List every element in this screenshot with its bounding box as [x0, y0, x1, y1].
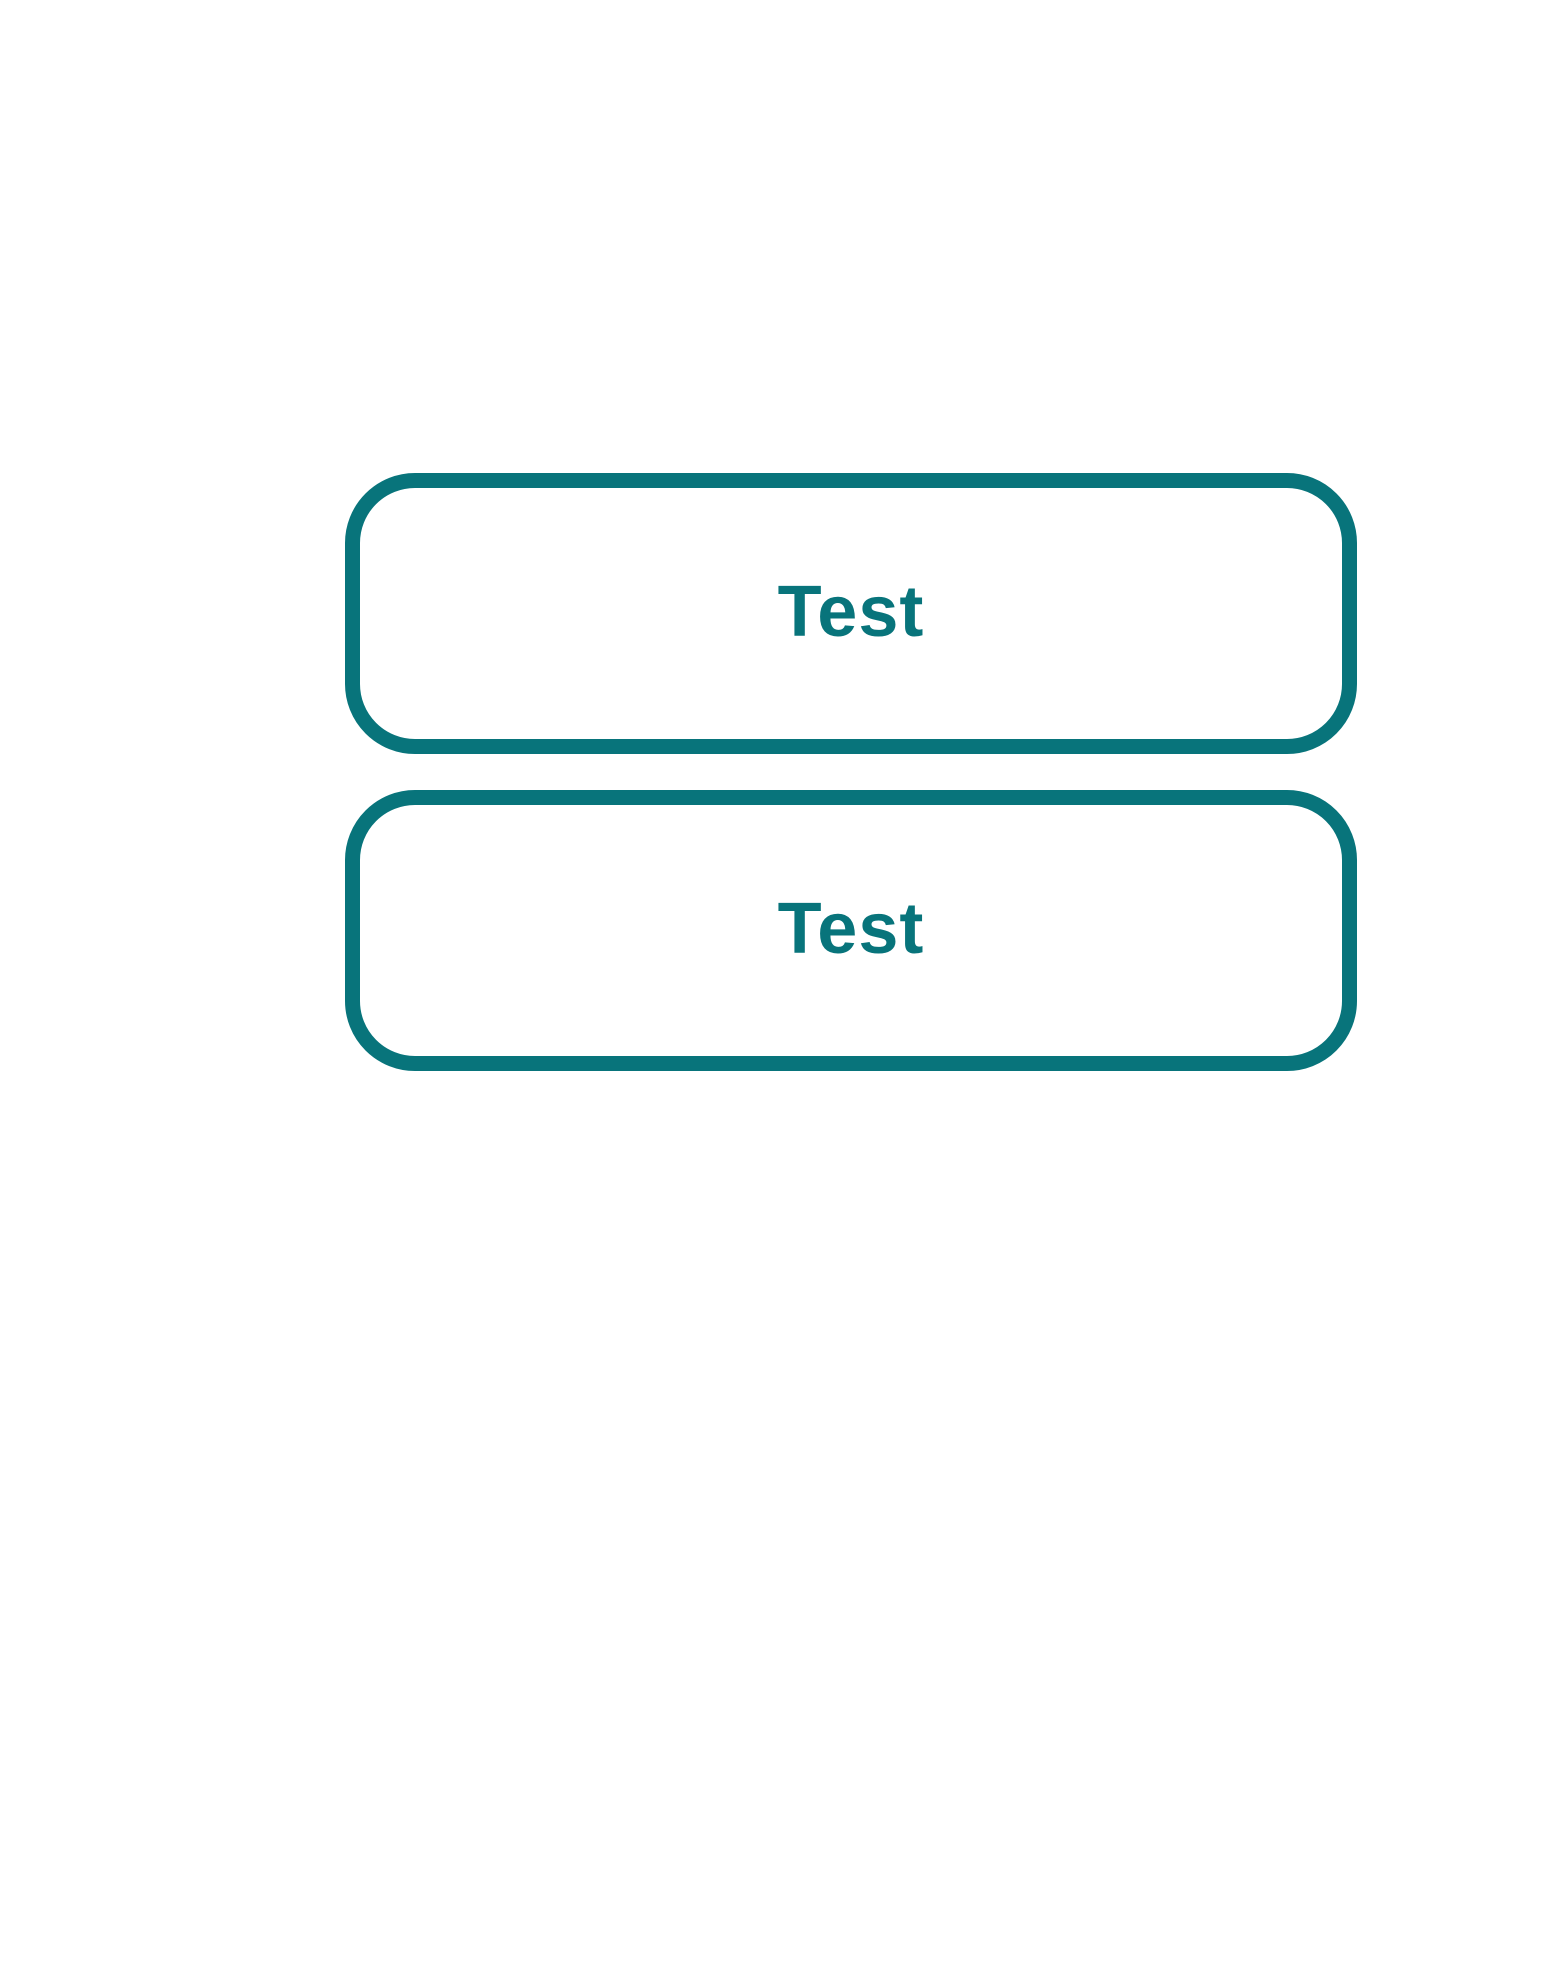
- test-button-2-label: Test: [777, 888, 925, 969]
- page: Test Test: [0, 0, 1548, 1969]
- test-button-2[interactable]: Test: [345, 790, 1357, 1071]
- test-button-1-label: Test: [777, 571, 925, 652]
- test-button-1[interactable]: Test: [345, 473, 1357, 754]
